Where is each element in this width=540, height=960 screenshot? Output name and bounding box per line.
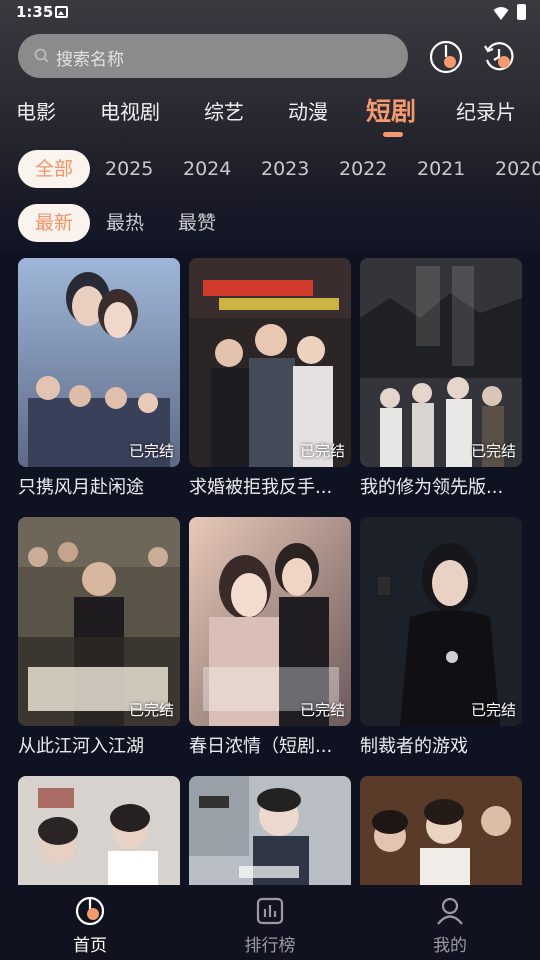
card-title: 春日浓情（短剧... bbox=[189, 736, 333, 757]
card-title: 从此江河入江湖 bbox=[18, 736, 144, 757]
poster-image: 已完结 bbox=[360, 517, 522, 726]
sort-filter-row: 最新 最热 最赞 bbox=[0, 204, 540, 244]
tab-documentary[interactable]: 纪录片 bbox=[456, 96, 516, 125]
sort-chip-latest[interactable]: 最新 bbox=[18, 204, 90, 242]
active-tab-indicator bbox=[383, 132, 403, 137]
nav-ranking[interactable]: 排行榜 bbox=[210, 885, 330, 960]
year-chip-2020[interactable]: 2020 bbox=[495, 150, 540, 188]
nav-home[interactable]: 首页 bbox=[30, 885, 150, 960]
poster-image: 已完结 bbox=[189, 517, 351, 726]
home-icon bbox=[75, 896, 105, 926]
year-chip-2021[interactable]: 2021 bbox=[417, 150, 465, 188]
search-placeholder: 搜索名称 bbox=[56, 50, 124, 70]
year-chip-2025[interactable]: 2025 bbox=[105, 150, 153, 188]
tab-tv-series[interactable]: 电视剧 bbox=[100, 96, 160, 125]
sort-chip-hottest[interactable]: 最热 bbox=[106, 204, 144, 242]
nav-profile[interactable]: 我的 bbox=[390, 885, 510, 960]
drama-grid: 已完结 只携风月赴闲途 已完结 求婚被拒我反手... 已完结 我的修为领先版..… bbox=[0, 258, 540, 885]
card-title: 求婚被拒我反手... bbox=[189, 477, 333, 498]
poster-image bbox=[189, 776, 351, 885]
card-title: 我的修为领先版... bbox=[360, 477, 504, 498]
history-icon[interactable] bbox=[482, 40, 516, 74]
status-badge: 已完结 bbox=[128, 701, 174, 719]
status-badge: 已完结 bbox=[128, 442, 174, 460]
status-badge: 已完结 bbox=[299, 442, 345, 460]
battery-icon bbox=[517, 4, 526, 20]
poster-image bbox=[360, 776, 522, 885]
poster-image: 已完结 bbox=[189, 258, 351, 467]
status-badge: 已完结 bbox=[299, 701, 345, 719]
status-bar: 1:35 bbox=[0, 0, 540, 26]
ranking-icon bbox=[256, 897, 284, 925]
tab-short-drama[interactable]: 短剧 bbox=[366, 92, 416, 128]
filter-icon[interactable] bbox=[429, 40, 463, 74]
card-title: 制裁者的游戏 bbox=[360, 736, 468, 757]
card-title: 只携风月赴闲途 bbox=[18, 477, 144, 498]
year-chip-2023[interactable]: 2023 bbox=[261, 150, 309, 188]
tab-variety[interactable]: 综艺 bbox=[204, 96, 244, 125]
search-input[interactable]: 搜索名称 bbox=[18, 34, 408, 78]
nav-ranking-label: 排行榜 bbox=[244, 936, 296, 956]
nav-profile-label: 我的 bbox=[433, 936, 467, 956]
bottom-navigation: 首页 排行榜 我的 bbox=[0, 885, 540, 960]
poster-image: 已完结 bbox=[18, 258, 180, 467]
status-badge: 已完结 bbox=[470, 701, 516, 719]
gallery-notification-icon bbox=[55, 6, 68, 18]
poster-image: 已完结 bbox=[18, 517, 180, 726]
category-tabs: 电影 电视剧 综艺 动漫 短剧 纪录片 bbox=[0, 92, 540, 142]
year-chip-2024[interactable]: 2024 bbox=[183, 150, 231, 188]
status-badge: 已完结 bbox=[470, 442, 516, 460]
poster-image: 已完结 bbox=[360, 258, 522, 467]
status-time: 1:35 bbox=[16, 3, 54, 21]
wifi-icon bbox=[493, 7, 509, 20]
year-chip-2022[interactable]: 2022 bbox=[339, 150, 387, 188]
nav-home-label: 首页 bbox=[73, 936, 107, 956]
sort-chip-most-liked[interactable]: 最赞 bbox=[178, 204, 216, 242]
poster-image bbox=[18, 776, 180, 885]
search-icon bbox=[34, 48, 49, 63]
tab-movie[interactable]: 电影 bbox=[16, 96, 56, 125]
profile-icon bbox=[437, 897, 463, 925]
year-filter-row: 全部 2025 2024 2023 2022 2021 2020 bbox=[0, 150, 540, 190]
year-chip-all[interactable]: 全部 bbox=[18, 150, 90, 188]
tab-anime[interactable]: 动漫 bbox=[288, 96, 328, 125]
